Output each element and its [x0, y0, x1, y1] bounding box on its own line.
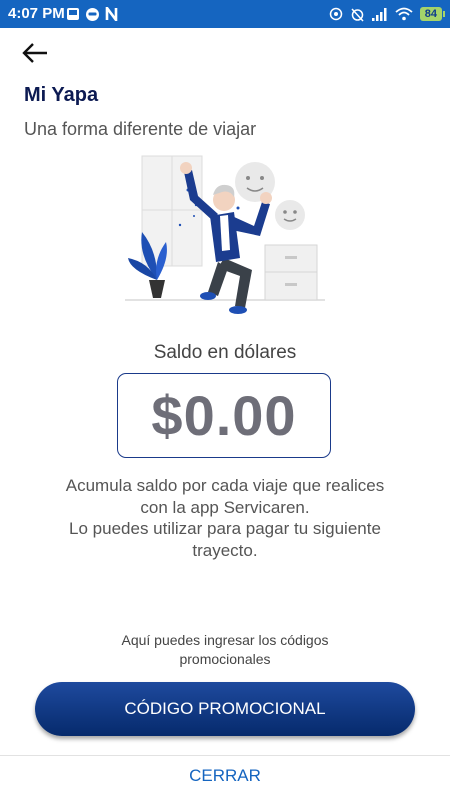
dancing-person-illustration — [125, 155, 325, 314]
page-subtitle: Una forma diferente de viajar — [24, 119, 257, 139]
signal-icon — [371, 7, 387, 21]
promo-hint-line: Aquí puedes ingresar los códigos — [121, 632, 329, 648]
description-line: Lo puedes utilizar para pagar tu siguien… — [69, 519, 381, 538]
notification-icons — [66, 6, 118, 22]
close-button[interactable]: CERRAR — [0, 766, 450, 786]
status-bar: 4:07 PM 84 — [0, 0, 450, 28]
balance-label: Saldo en dólares — [153, 342, 297, 363]
system-icons: 84 — [329, 5, 446, 23]
face-app-icon — [86, 7, 99, 21]
promo-code-button[interactable]: CÓDIGO PROMOCIONAL — [35, 682, 415, 736]
balance-card: $0.00 — [117, 373, 331, 458]
location-icon — [329, 7, 342, 21]
description-line: trayecto. — [192, 540, 258, 560]
n-app-icon — [105, 7, 118, 21]
promo-hint-line: promocionales — [179, 651, 271, 667]
divider — [0, 755, 450, 756]
promo-hint: Aquí puedes ingresar los códigos promoci… — [90, 631, 360, 669]
status-time: 4:07 PM — [8, 5, 65, 22]
description-line: Acumula saldo por cada viaje que realice… — [65, 476, 385, 495]
page-title: Mi Yapa — [24, 84, 99, 106]
wifi-icon — [395, 7, 413, 21]
balance-value: $0.00 — [151, 384, 297, 447]
balance-description: Acumula saldo por cada viaje que realice… — [40, 475, 410, 561]
alarm-off-icon — [351, 7, 364, 22]
battery-icon: 84 — [419, 7, 446, 21]
arrow-left-icon[interactable] — [20, 40, 50, 66]
gallery-icon — [67, 8, 79, 20]
description-line: con la app Servicaren. — [140, 497, 310, 517]
